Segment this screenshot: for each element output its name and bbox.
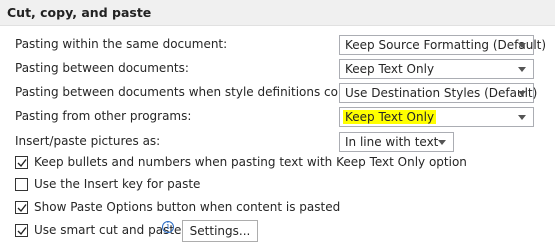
info-icon[interactable]: i	[162, 221, 174, 233]
section-title: Cut, copy, and paste	[7, 5, 152, 20]
checkbox-label: Keep bullets and numbers when pasting te…	[34, 155, 467, 169]
dropdown-value: Keep Text Only	[345, 62, 435, 76]
section-header: Cut, copy, and paste	[0, 0, 555, 26]
between-documents-dropdown[interactable]: Keep Text Only	[339, 59, 534, 79]
dropdown-value: In line with text	[345, 135, 439, 149]
option-label-other-programs: Pasting from other programs:	[15, 109, 192, 123]
same-document-dropdown[interactable]: Keep Source Formatting (Default)	[339, 35, 546, 55]
checkmark-icon	[17, 227, 27, 236]
dropdown-value: Keep Text Only	[343, 110, 437, 124]
option-label-between-documents: Pasting between documents:	[15, 61, 189, 75]
checkbox-label: Show Paste Options button when content i…	[34, 200, 341, 214]
chevron-down-icon	[518, 67, 526, 72]
dropdown-value: Use Destination Styles (Default)	[345, 86, 538, 100]
pictures-dropdown[interactable]: In line with text	[339, 132, 454, 152]
settings-button[interactable]: Settings...	[182, 220, 258, 242]
paste-options-checkbox[interactable]	[15, 201, 28, 214]
option-label-style-conflict: Pasting between documents when style def…	[15, 85, 372, 99]
checkbox-label: Use the Insert key for paste	[34, 177, 201, 191]
keep-bullets-checkbox[interactable]	[15, 156, 28, 169]
checkbox-label: Use smart cut and paste	[34, 223, 182, 237]
style-conflict-dropdown[interactable]: Use Destination Styles (Default)	[339, 83, 538, 103]
dropdown-value: Keep Source Formatting (Default)	[345, 38, 547, 52]
option-label-same-document: Pasting within the same document:	[15, 37, 228, 51]
insert-key-checkbox[interactable]	[15, 178, 28, 191]
chevron-down-icon	[518, 91, 526, 96]
checkmark-icon	[17, 159, 27, 168]
option-label-pictures: Insert/paste pictures as:	[15, 134, 161, 148]
checkmark-icon	[17, 204, 27, 213]
other-programs-dropdown[interactable]: Keep Text Only	[339, 107, 534, 127]
chevron-down-icon	[518, 115, 526, 120]
smart-cut-checkbox[interactable]	[15, 224, 28, 237]
chevron-down-icon	[438, 140, 446, 145]
chevron-down-icon	[518, 43, 526, 48]
